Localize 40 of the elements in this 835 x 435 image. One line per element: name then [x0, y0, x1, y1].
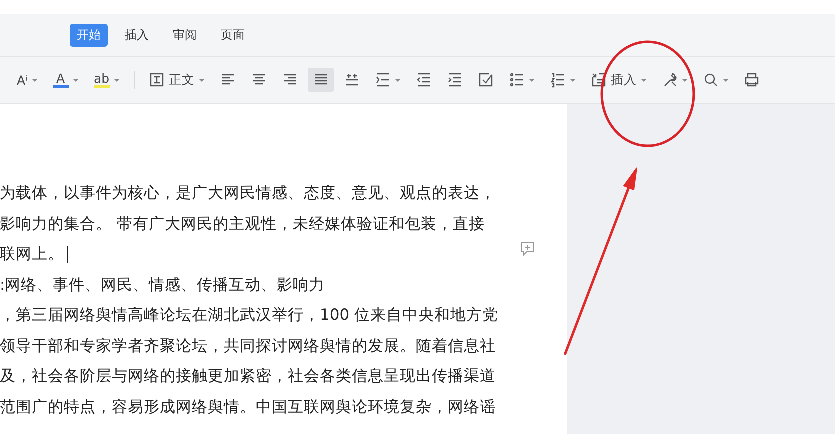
caret-icon [722, 78, 729, 82]
indent-icon [446, 72, 463, 88]
insert-button[interactable]: 插入 [586, 68, 652, 92]
numbered-list-icon [550, 72, 566, 88]
ribbon-tab[interactable]: 开始 [70, 24, 108, 46]
caret-icon [72, 78, 79, 82]
paragraph-line: :网络、事件、网民、情感、传播互动、影响力 [0, 274, 326, 296]
style-button[interactable]: 正文 [144, 68, 210, 92]
ribbon-tab[interactable]: 页面 [214, 24, 252, 46]
caret-icon [682, 78, 688, 82]
ribbon-tab[interactable]: 审阅 [166, 24, 204, 46]
justify-button[interactable] [308, 68, 334, 92]
paragraph-line: 影响力的集合。 带有广大网民的主观性，未经媒体验证和包装，直接 [0, 214, 485, 234]
paragraph-line: ，第三届网络舆情高峰论坛在湖北武汉举行，100 位来自中央和地方党 [0, 305, 499, 326]
style-icon [148, 72, 165, 88]
caret-icon [394, 78, 401, 82]
insert-icon [590, 72, 607, 88]
font-color-button[interactable]: A [48, 68, 84, 92]
ribbon-tab[interactable]: 插入 [118, 24, 156, 46]
paragraph-line: 联网上。 [0, 244, 64, 265]
search-icon [702, 72, 719, 88]
caret-icon [570, 78, 576, 82]
highlight-button[interactable]: ab [88, 68, 125, 92]
line-spacing-icon [344, 72, 360, 88]
outdent-icon [416, 72, 432, 88]
caret-icon [32, 78, 38, 82]
printer-icon [744, 72, 760, 88]
add-comment-icon[interactable] [521, 242, 535, 256]
paragraph-line: 及，社会各阶层与网络的接触更加紧密，社会各类信息呈现出传播渠道 [0, 366, 496, 387]
paragraph-line: 范围广的特点，容易形成网络舆情。中国互联网舆论环境复杂，网络谣 [0, 396, 496, 418]
caret-icon [528, 78, 535, 82]
caret-icon [114, 78, 120, 82]
caret-icon [198, 78, 205, 82]
bullet-list-icon [508, 72, 525, 88]
font-size-button[interactable]: Aⁱ [12, 68, 43, 92]
paragraph-line: 领导干部和专家学者齐聚论坛，共同探讨网络舆情的发展。随着信息社 [0, 336, 496, 356]
paragraph-spacing-icon [374, 72, 391, 88]
caret-icon [640, 78, 647, 82]
task-list-icon [478, 72, 494, 88]
paragraph-line: 为载体，以事件为核心，是广大网民情感、态度、意见、观点的表达， [0, 183, 496, 204]
